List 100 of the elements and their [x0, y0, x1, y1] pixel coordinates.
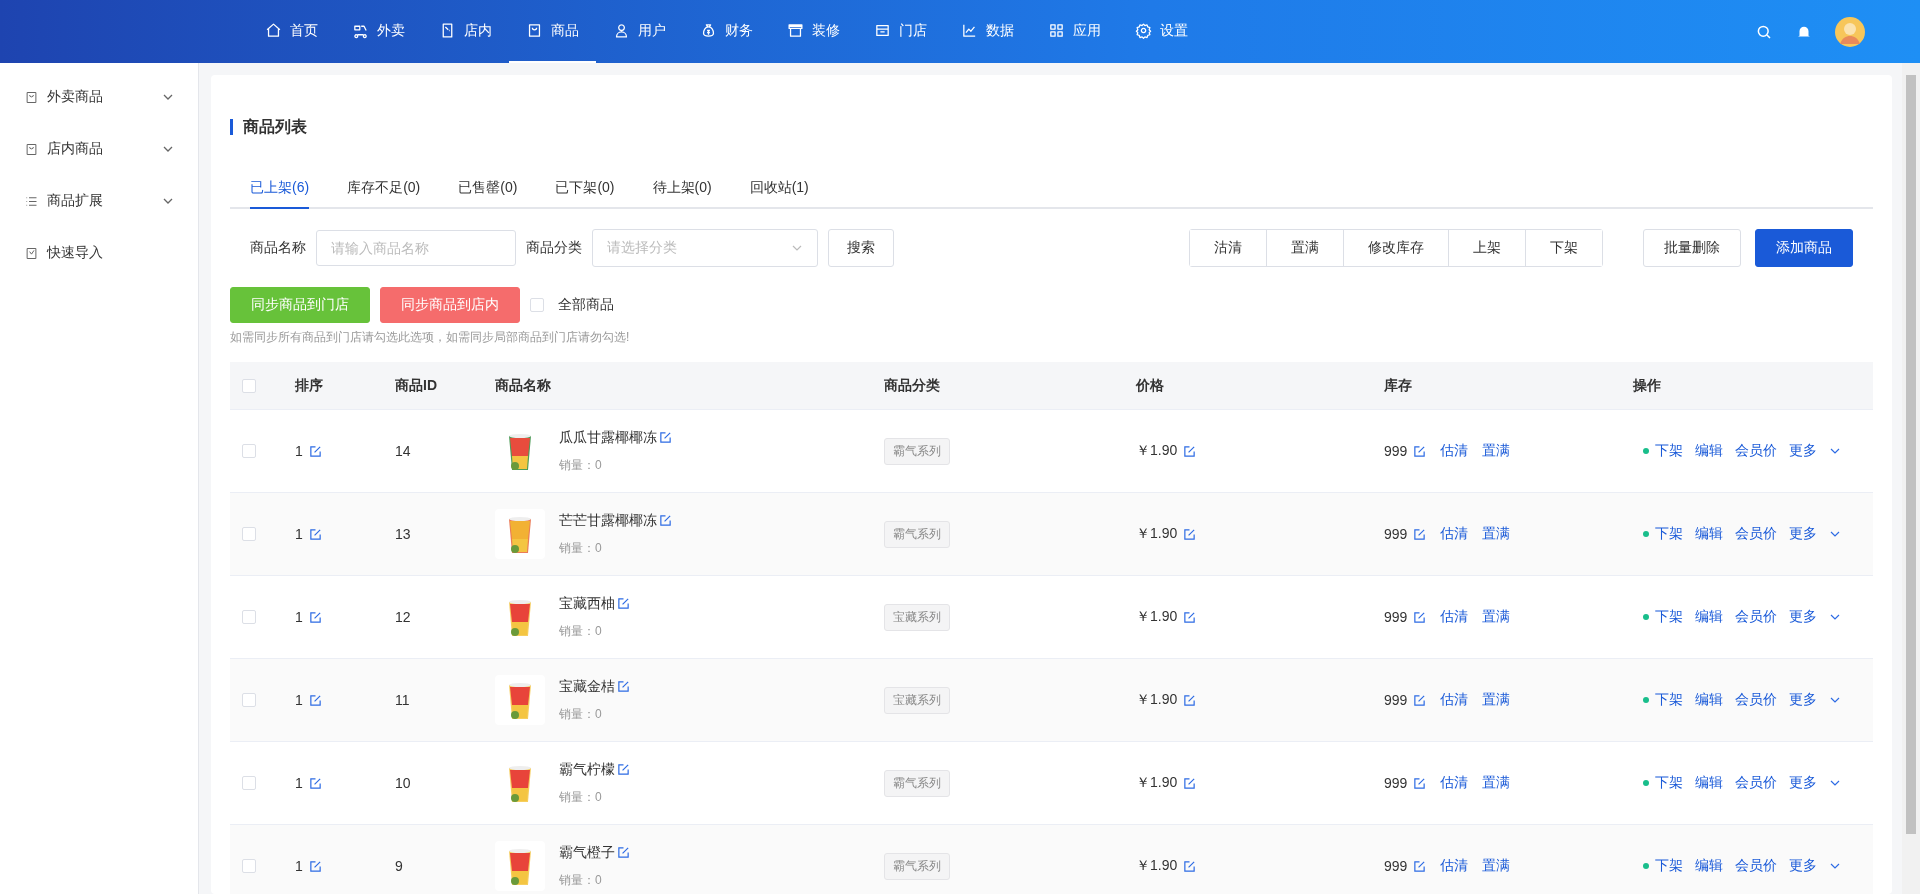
row-action-link[interactable]: 编辑 — [1695, 525, 1723, 543]
batch-delete-button[interactable]: 批量删除 — [1643, 229, 1741, 267]
row-action-link[interactable]: 下架 — [1655, 608, 1683, 626]
edit-icon[interactable] — [617, 680, 630, 693]
stock-action-link[interactable]: 置满 — [1482, 857, 1511, 875]
edit-icon[interactable] — [1183, 527, 1197, 541]
tab[interactable]: 库存不足(0) — [347, 169, 421, 209]
tab[interactable]: 待上架(0) — [652, 169, 712, 209]
edit-icon[interactable] — [1183, 444, 1197, 458]
row-action-link[interactable]: 下架 — [1655, 525, 1683, 543]
stock-action-link[interactable]: 置满 — [1482, 525, 1511, 543]
stock-action-link[interactable]: 估清 — [1440, 442, 1469, 460]
row-checkbox[interactable] — [242, 693, 256, 707]
edit-icon[interactable] — [308, 444, 322, 458]
tab[interactable]: 已上架(6) — [250, 169, 310, 209]
row-action-link[interactable]: 会员价 — [1735, 774, 1777, 792]
edit-icon[interactable] — [617, 763, 630, 776]
edit-icon[interactable] — [1413, 444, 1427, 458]
scrollbar[interactable] — [1902, 63, 1920, 894]
edit-icon[interactable] — [617, 846, 630, 859]
row-checkbox[interactable] — [242, 444, 256, 458]
avatar[interactable] — [1835, 16, 1865, 47]
sales-count: 销量：0 — [559, 705, 603, 723]
status-dot — [1643, 863, 1649, 869]
row-checkbox[interactable] — [242, 610, 256, 624]
row-action-link[interactable]: 更多 — [1789, 857, 1817, 875]
row-action-link[interactable]: 编辑 — [1695, 857, 1723, 875]
nav-tab[interactable]: 用户 — [596, 0, 683, 63]
stock-action-link[interactable]: 估清 — [1440, 691, 1469, 709]
row-action-link[interactable]: 编辑 — [1695, 608, 1723, 626]
edit-icon[interactable] — [1183, 610, 1197, 624]
field-label: 商品名称 — [250, 239, 306, 257]
edit-icon[interactable] — [659, 431, 672, 444]
stock-action-link[interactable]: 估清 — [1440, 857, 1469, 875]
edit-icon[interactable] — [308, 859, 322, 873]
tab[interactable]: 已下架(0) — [555, 169, 615, 209]
sidebar-item[interactable]: 快速导入 — [0, 227, 198, 279]
row-action-link[interactable]: 会员价 — [1735, 525, 1777, 543]
checkbox[interactable] — [530, 298, 544, 312]
sidebar-item[interactable]: 商品扩展 — [0, 175, 198, 227]
edit-icon[interactable] — [1413, 859, 1427, 873]
edit-icon[interactable] — [1183, 693, 1197, 707]
stock-action-link[interactable]: 置满 — [1482, 608, 1511, 626]
nav-tab[interactable]: 装修 — [770, 0, 857, 63]
stock-action-link[interactable]: 估清 — [1440, 525, 1469, 543]
nav-tab[interactable]: 应用 — [1031, 0, 1118, 63]
row-action-link[interactable]: 会员价 — [1735, 608, 1777, 626]
edit-icon[interactable] — [308, 693, 322, 707]
sidebar-item[interactable]: 店内商品 — [0, 123, 198, 175]
row-checkbox[interactable] — [242, 859, 256, 873]
nav-tab[interactable]: 财务 — [683, 0, 770, 63]
row-action-link[interactable]: 更多 — [1789, 442, 1817, 460]
nav-tab[interactable]: 门店 — [857, 0, 944, 63]
batch-button[interactable]: 下架 — [1525, 230, 1602, 266]
row-action-link[interactable]: 更多 — [1789, 691, 1817, 709]
nav-tab[interactable]: 首页 — [248, 0, 335, 63]
row-action-link[interactable]: 下架 — [1655, 691, 1683, 709]
row-action-link[interactable]: 更多 — [1789, 608, 1817, 626]
select-all-checkbox[interactable] — [242, 378, 256, 393]
add-product-button[interactable]: 添加商品 — [1755, 229, 1853, 267]
edit-icon[interactable] — [308, 610, 322, 624]
edit-icon[interactable] — [659, 514, 672, 527]
row-action-link[interactable]: 会员价 — [1735, 691, 1777, 709]
row-action-link[interactable]: 编辑 — [1695, 442, 1723, 460]
search-button[interactable]: 搜索 — [828, 229, 894, 267]
product-name: 宝藏西柚 — [559, 594, 615, 613]
nav-tab[interactable]: 数据 — [944, 0, 1031, 63]
nav-tab[interactable]: 店内 — [422, 0, 509, 63]
stock-action-link[interactable]: 估清 — [1440, 608, 1469, 626]
stock-action-link[interactable]: 置满 — [1482, 442, 1511, 460]
row-action-link[interactable]: 更多 — [1789, 525, 1817, 543]
price: ￥1.90 — [1136, 774, 1178, 792]
edit-icon[interactable] — [1413, 610, 1427, 624]
nav-tab[interactable]: 外卖 — [335, 0, 422, 63]
edit-icon[interactable] — [1413, 527, 1427, 541]
row-action-link[interactable]: 编辑 — [1695, 691, 1723, 709]
row-action-link[interactable]: 下架 — [1655, 774, 1683, 792]
sidebar-item[interactable]: 外卖商品 — [0, 71, 198, 123]
edit-icon[interactable] — [1183, 776, 1197, 790]
stock-action-link[interactable]: 置满 — [1482, 774, 1511, 792]
tab[interactable]: 回收站(1) — [749, 169, 809, 209]
row-checkbox[interactable] — [242, 527, 256, 541]
stock-action-link[interactable]: 置满 — [1482, 691, 1511, 709]
edit-icon[interactable] — [308, 527, 322, 541]
edit-icon[interactable] — [1413, 693, 1427, 707]
row-action-link[interactable]: 下架 — [1655, 857, 1683, 875]
tab[interactable]: 已售罄(0) — [458, 169, 518, 209]
edit-icon[interactable] — [1183, 859, 1197, 873]
edit-icon[interactable] — [1413, 776, 1427, 790]
row-action-link[interactable]: 更多 — [1789, 774, 1817, 792]
row-checkbox[interactable] — [242, 776, 256, 790]
name-field[interactable]: 请输入商品名称 — [316, 230, 516, 266]
stock-action-link[interactable]: 估清 — [1440, 774, 1469, 792]
row-action-link[interactable]: 会员价 — [1735, 442, 1777, 460]
edit-icon[interactable] — [617, 597, 630, 610]
edit-icon[interactable] — [308, 776, 322, 790]
nav-tab[interactable]: 设置 — [1118, 0, 1205, 63]
row-action-link[interactable]: 编辑 — [1695, 774, 1723, 792]
row-action-link[interactable]: 下架 — [1655, 442, 1683, 460]
row-action-link[interactable]: 会员价 — [1735, 857, 1777, 875]
